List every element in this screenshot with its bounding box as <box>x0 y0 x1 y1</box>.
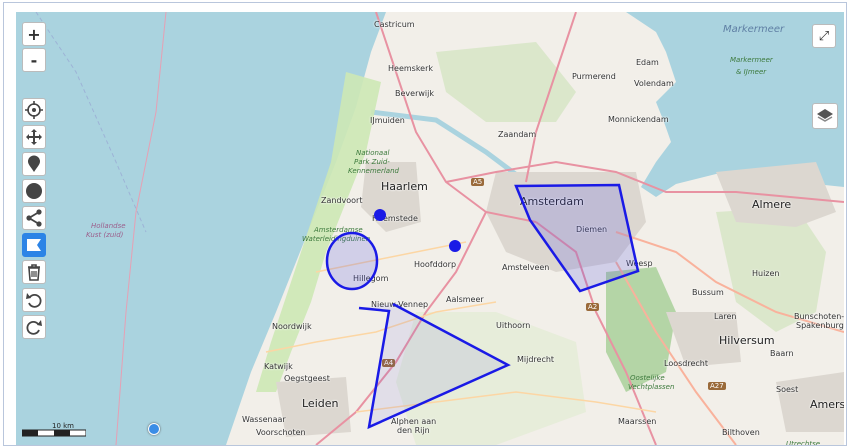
fullscreen-button[interactable]: ⤢ <box>812 24 836 48</box>
layers-icon <box>817 109 833 122</box>
layers-button[interactable] <box>812 103 838 129</box>
draw-marker-button[interactable] <box>22 152 46 176</box>
trash-icon <box>28 264 40 281</box>
drawn-marker-heemstede[interactable] <box>374 209 386 221</box>
drawn-polyline[interactable] <box>358 302 511 430</box>
delete-button[interactable] <box>22 260 46 284</box>
zoom-in-button[interactable]: + <box>22 22 46 46</box>
polygon-flag-icon <box>27 239 41 251</box>
move-arrows-icon <box>26 129 42 145</box>
map-widget-frame: Castricum Markermeer Edam Purmerend Volendam… <box>3 2 847 446</box>
drawn-shapes-layer <box>325 183 640 430</box>
drawn-marker-schiphol[interactable] <box>449 240 461 252</box>
move-button[interactable] <box>22 125 46 149</box>
drawn-polygon-amsterdam[interactable] <box>514 183 640 293</box>
drawn-circle-hillegom[interactable] <box>325 231 379 291</box>
scale-bar <box>22 429 86 437</box>
current-location-dot <box>148 423 160 435</box>
draw-circle-button[interactable] <box>22 179 46 203</box>
locate-button[interactable] <box>22 98 46 122</box>
circle-icon <box>26 183 42 199</box>
undo-icon <box>26 293 42 308</box>
redo-icon <box>26 320 42 335</box>
undo-button[interactable] <box>22 288 46 312</box>
crosshair-icon <box>25 101 43 119</box>
map-pin-icon <box>28 155 40 172</box>
draw-polyline-button[interactable] <box>22 206 46 230</box>
zoom-out-button[interactable]: - <box>22 48 46 72</box>
draw-polygon-button[interactable] <box>22 233 46 257</box>
redo-button[interactable] <box>22 315 46 339</box>
polyline-share-icon <box>26 209 42 227</box>
fullscreen-icon: ⤢ <box>818 28 830 44</box>
map-canvas[interactable]: Castricum Markermeer Edam Purmerend Volendam… <box>16 12 844 445</box>
